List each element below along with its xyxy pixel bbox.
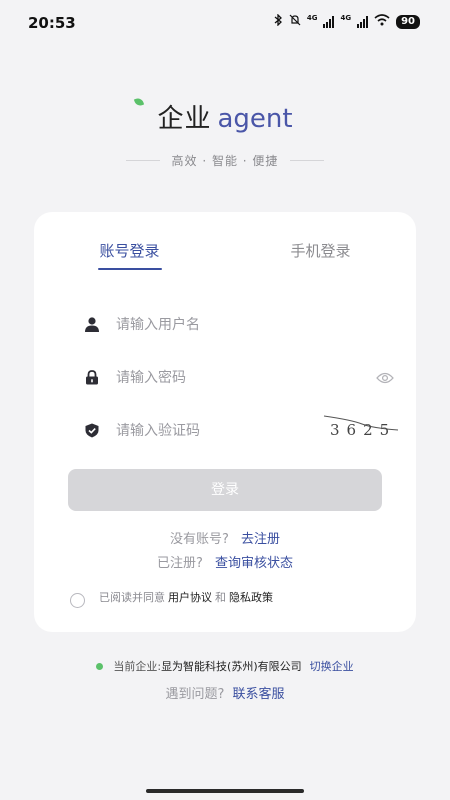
captcha-field[interactable]: 请输入验证码 3625 <box>84 415 399 442</box>
login-tabs: 账号登录 手机登录 <box>34 240 416 270</box>
help-question: 遇到问题? <box>165 687 225 702</box>
privacy-policy-link[interactable]: 隐私政策 <box>229 589 273 605</box>
check-status-link[interactable]: 查询审核状态 <box>215 556 293 571</box>
help-row: 遇到问题? 联系客服 <box>0 683 450 702</box>
battery-indicator: 90 <box>396 14 420 29</box>
status-row: 已注册? 查询审核状态 <box>34 552 416 571</box>
mute-bell-icon <box>289 14 301 29</box>
bluetooth-icon <box>273 13 283 29</box>
login-card: 账号登录 手机登录 请输入用户名 请输入密码 请输入验证码 3625 登录 没有 <box>34 212 416 632</box>
eye-icon[interactable] <box>376 369 394 388</box>
login-button[interactable]: 登录 <box>68 469 382 511</box>
company-label: 当前企业: <box>113 660 162 673</box>
home-indicator[interactable] <box>146 789 304 793</box>
username-placeholder: 请输入用户名 <box>116 317 200 333</box>
signal-icon-2 <box>357 15 369 28</box>
no-account-text: 没有账号? <box>170 532 229 547</box>
wifi-icon <box>374 14 390 29</box>
captcha-code: 3625 <box>330 421 396 439</box>
slogan-text: 高效 · 智能 · 便捷 <box>171 154 279 168</box>
network-type-2: 4G <box>340 13 352 22</box>
company-name: 显为智能科技(苏州)有限公司 <box>161 660 302 673</box>
brand-name-en: agent <box>217 104 293 134</box>
brand-logo: 企业 agent <box>134 96 293 135</box>
signal-icon <box>323 15 335 28</box>
user-icon <box>84 316 100 332</box>
switch-company-link[interactable]: 切换企业 <box>310 658 354 674</box>
username-field[interactable]: 请输入用户名 <box>84 312 374 336</box>
status-icons: 4G 4G 90 <box>273 13 420 29</box>
status-bar: 20:53 4G 4G 90 <box>0 0 450 44</box>
agreement-and: 和 <box>215 591 226 604</box>
slogan: 高效 · 智能 · 便捷 <box>0 152 450 169</box>
tab-phone-login[interactable]: 手机登录 <box>225 240 416 270</box>
password-field[interactable]: 请输入密码 <box>84 365 394 389</box>
leaf-icon <box>134 96 145 108</box>
tab-account-login[interactable]: 账号登录 <box>34 240 225 270</box>
brand-name-cn: 企业 <box>157 104 212 134</box>
status-dot <box>96 662 104 670</box>
agreement-prefix: 已阅读并同意 <box>99 591 165 604</box>
agreement-checkbox[interactable] <box>70 592 85 608</box>
network-type-1: 4G <box>306 13 318 22</box>
registered-text: 已注册? <box>157 556 203 571</box>
contact-support-link[interactable]: 联系客服 <box>232 687 284 702</box>
register-link[interactable]: 去注册 <box>241 532 280 547</box>
status-time: 20:53 <box>28 14 76 32</box>
shield-icon <box>84 422 100 438</box>
password-placeholder: 请输入密码 <box>116 370 186 386</box>
slogan-divider-left <box>125 160 160 161</box>
brand-header: 企业 agent <box>0 96 450 135</box>
register-row: 没有账号? 去注册 <box>34 528 416 547</box>
current-company: 当前企业: 显为智能科技(苏州)有限公司 切换企业 <box>0 658 450 674</box>
user-agreement-link[interactable]: 用户协议 <box>168 589 212 605</box>
captcha-image[interactable]: 3625 <box>322 410 400 440</box>
slogan-divider-right <box>290 160 325 161</box>
captcha-placeholder: 请输入验证码 <box>116 423 200 439</box>
agreement-row: 已阅读并同意 用户协议 和 隐私政策 <box>70 589 276 608</box>
lock-icon <box>84 369 100 385</box>
